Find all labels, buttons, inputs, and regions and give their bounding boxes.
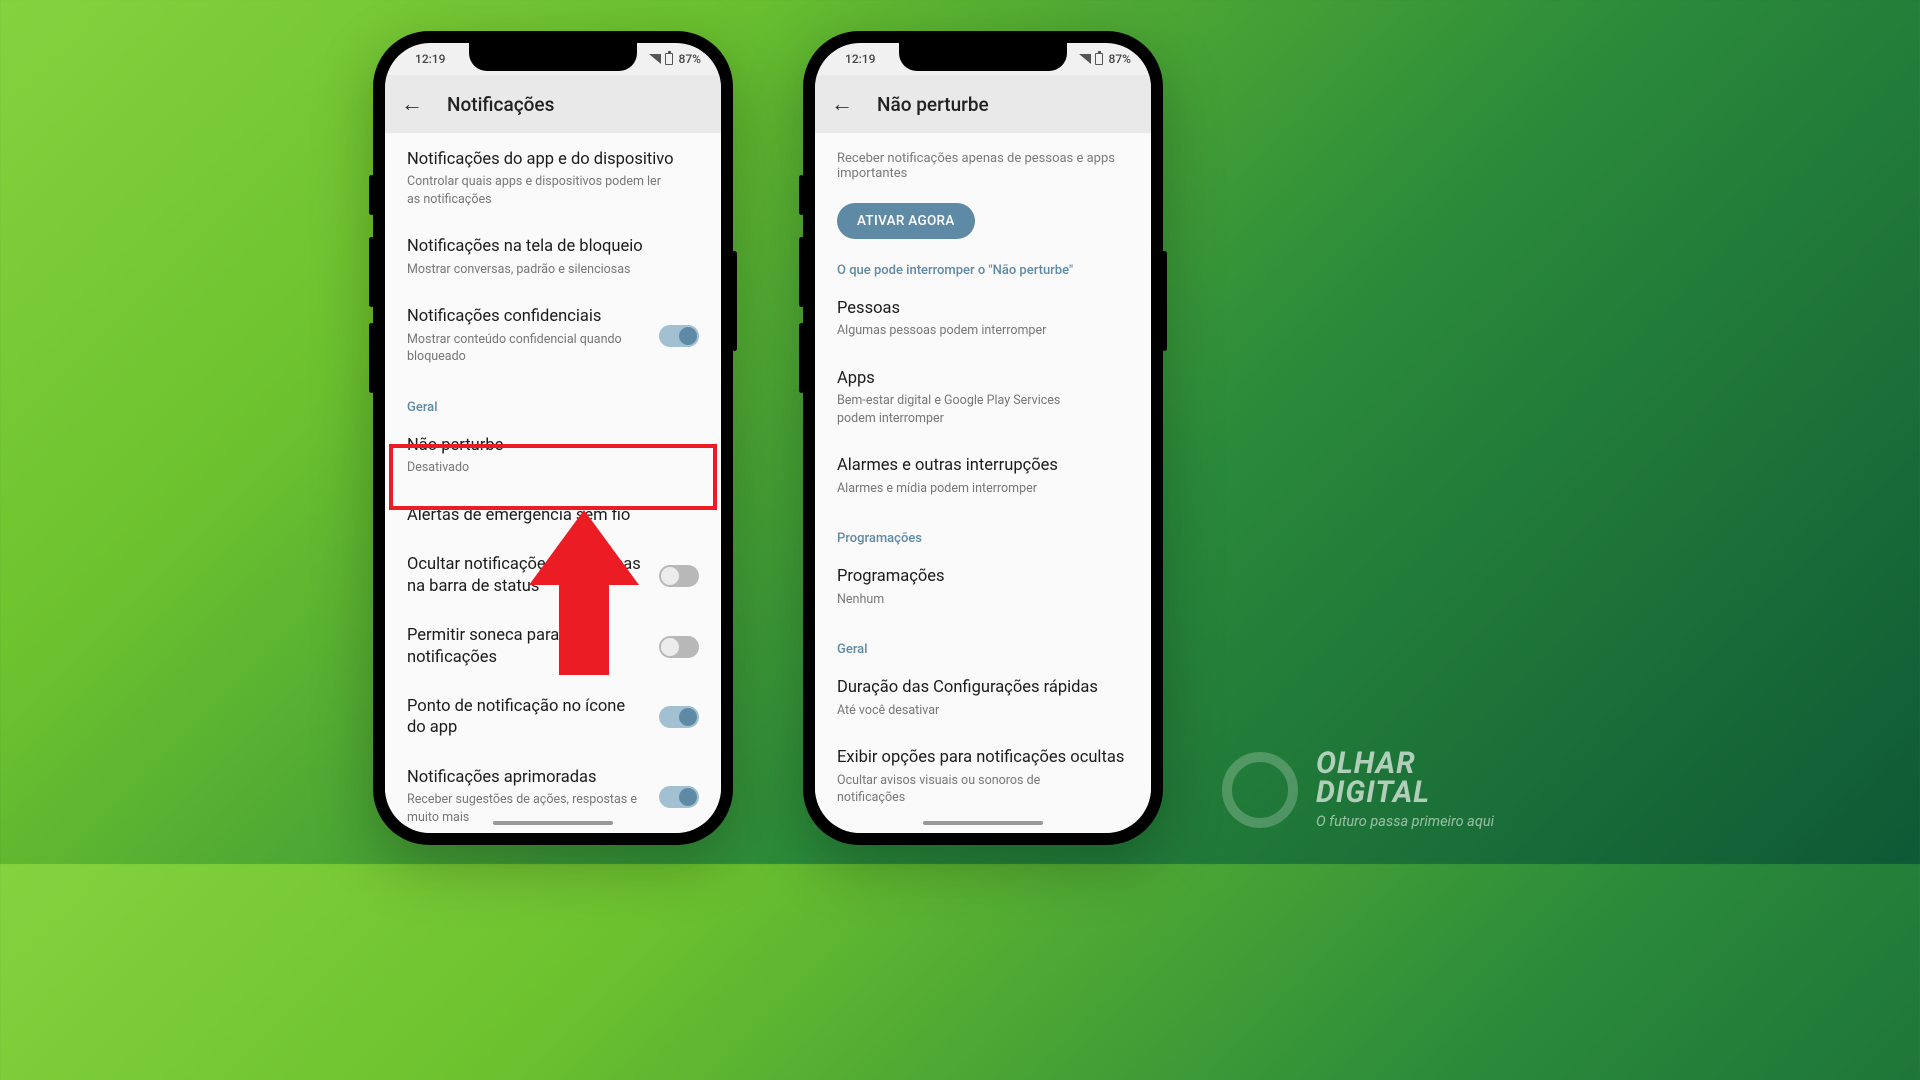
volume-down-button — [369, 323, 374, 393]
volume-up-button — [799, 237, 804, 307]
row-title: Ponto de notificação no ícone do app — [407, 696, 645, 739]
row-title: Ocultar notificações silenciosas na barr… — [407, 554, 645, 597]
row-subtitle: Mostrar conteúdo confidencial quando blo… — [407, 331, 645, 366]
activate-now-button[interactable]: ATIVAR AGORA — [837, 203, 975, 239]
volume-up-button — [369, 237, 374, 307]
row-people[interactable]: Pessoas Algumas pessoas podem interrompe… — [815, 284, 1151, 354]
row-title: Duração das Configurações rápidas — [837, 677, 1129, 698]
toggle-snooze[interactable] — [659, 636, 699, 658]
row-title: Notificações confidenciais — [407, 306, 645, 327]
power-button — [732, 251, 737, 351]
row-subtitle: Algumas pessoas podem interromper — [837, 322, 1097, 340]
row-title: Notificações aprimoradas — [407, 767, 645, 788]
row-subtitle: Controlar quais apps e dispositivos pode… — [407, 173, 667, 208]
settings-list: Notificações do app e do dispositivo Con… — [385, 133, 721, 833]
brand-ring-icon — [1222, 752, 1298, 828]
page-description: Receber notificações apenas de pessoas e… — [815, 135, 1151, 193]
row-title: Alarmes e outras interrupções — [837, 455, 1129, 476]
section-header-general: Geral — [385, 380, 721, 421]
toggle-hide-silent[interactable] — [659, 565, 699, 587]
row-snooze[interactable]: Permitir soneca para notificações — [385, 611, 721, 682]
watermark: OLHAR DIGITAL O futuro passa primeiro aq… — [1222, 750, 1494, 830]
signal-icon — [649, 54, 661, 64]
row-subtitle: Nenhum — [837, 591, 1097, 609]
row-subtitle: Ocultar avisos visuais ou sonoros de not… — [837, 772, 1097, 807]
section-header-general: Geral — [815, 622, 1151, 663]
home-indicator — [923, 821, 1043, 825]
row-do-not-disturb[interactable]: Não perturbe Desativado — [385, 421, 721, 491]
app-bar: ← Não perturbe — [815, 75, 1151, 133]
row-title: Notificações na tela de bloqueio — [407, 236, 699, 257]
row-schedules[interactable]: Programações Nenhum — [815, 552, 1151, 622]
row-title: Permitir soneca para notificações — [407, 625, 645, 668]
back-button[interactable]: ← — [399, 91, 425, 117]
section-header-schedules: Programações — [815, 511, 1151, 552]
phone-pair: 12:19 87% ← Notificações Notificações do… — [0, 0, 1536, 864]
status-battery: 87% — [679, 52, 701, 66]
row-hidden-notifications[interactable]: Exibir opções para notificações ocultas … — [815, 733, 1151, 820]
home-indicator — [493, 821, 613, 825]
row-subtitle: Bem-estar digital e Google Play Services… — [837, 392, 1097, 427]
phone-right: 12:19 87% ← Não perturbe Receber notific… — [803, 31, 1163, 845]
row-confidential-notifications[interactable]: Notificações confidenciais Mostrar conte… — [385, 292, 721, 379]
battery-icon — [1095, 53, 1103, 65]
status-battery: 87% — [1109, 52, 1131, 66]
row-app-device-notifications[interactable]: Notificações do app e do dispositivo Con… — [385, 135, 721, 222]
row-quick-settings-duration[interactable]: Duração das Configurações rápidas Até vo… — [815, 663, 1151, 733]
row-title: Alertas de emergência sem fio — [407, 505, 699, 526]
back-button[interactable]: ← — [829, 91, 855, 117]
row-title: Pessoas — [837, 298, 1129, 319]
row-lock-screen-notifications[interactable]: Notificações na tela de bloqueio Mostrar… — [385, 222, 721, 292]
notch — [469, 43, 637, 71]
side-button — [369, 175, 374, 215]
row-title: Não perturbe — [407, 435, 699, 456]
row-subtitle: Mostrar conversas, padrão e silenciosas — [407, 261, 667, 279]
row-subtitle: Alarmes e mídia podem interromper — [837, 480, 1097, 498]
toggle-enhanced[interactable] — [659, 786, 699, 808]
row-subtitle: Até você desativar — [837, 702, 1097, 720]
row-hide-silent[interactable]: Ocultar notificações silenciosas na barr… — [385, 540, 721, 611]
row-title: Notificações do app e do dispositivo — [407, 149, 699, 170]
row-emergency-alerts[interactable]: Alertas de emergência sem fio — [385, 491, 721, 540]
section-header-interrupt: O que pode interromper o "Não perturbe" — [815, 243, 1151, 284]
row-alarms[interactable]: Alarmes e outras interrupções Alarmes e … — [815, 441, 1151, 511]
row-notification-dot[interactable]: Ponto de notificação no ícone do app — [385, 682, 721, 753]
page-title: Não perturbe — [877, 93, 989, 116]
brand-tagline: O futuro passa primeiro aqui — [1316, 813, 1494, 830]
volume-down-button — [799, 323, 804, 393]
row-title: Apps — [837, 368, 1129, 389]
phone-left: 12:19 87% ← Notificações Notificações do… — [373, 31, 733, 845]
toggle-notification-dot[interactable] — [659, 706, 699, 728]
notch — [899, 43, 1067, 71]
brand-line2: DIGITAL — [1316, 775, 1430, 810]
row-subtitle: Desativado — [407, 459, 667, 477]
battery-icon — [665, 53, 673, 65]
power-button — [1162, 251, 1167, 351]
app-bar: ← Notificações — [385, 75, 721, 133]
signal-icon — [1079, 54, 1091, 64]
row-title: Exibir opções para notificações ocultas — [837, 747, 1129, 768]
page-title: Notificações — [447, 93, 554, 116]
status-time: 12:19 — [415, 52, 445, 66]
row-apps[interactable]: Apps Bem-estar digital e Google Play Ser… — [815, 354, 1151, 441]
side-button — [799, 175, 804, 215]
status-time: 12:19 — [845, 52, 875, 66]
toggle-confidential[interactable] — [659, 325, 699, 347]
row-title: Programações — [837, 566, 1129, 587]
dnd-list: Receber notificações apenas de pessoas e… — [815, 133, 1151, 833]
